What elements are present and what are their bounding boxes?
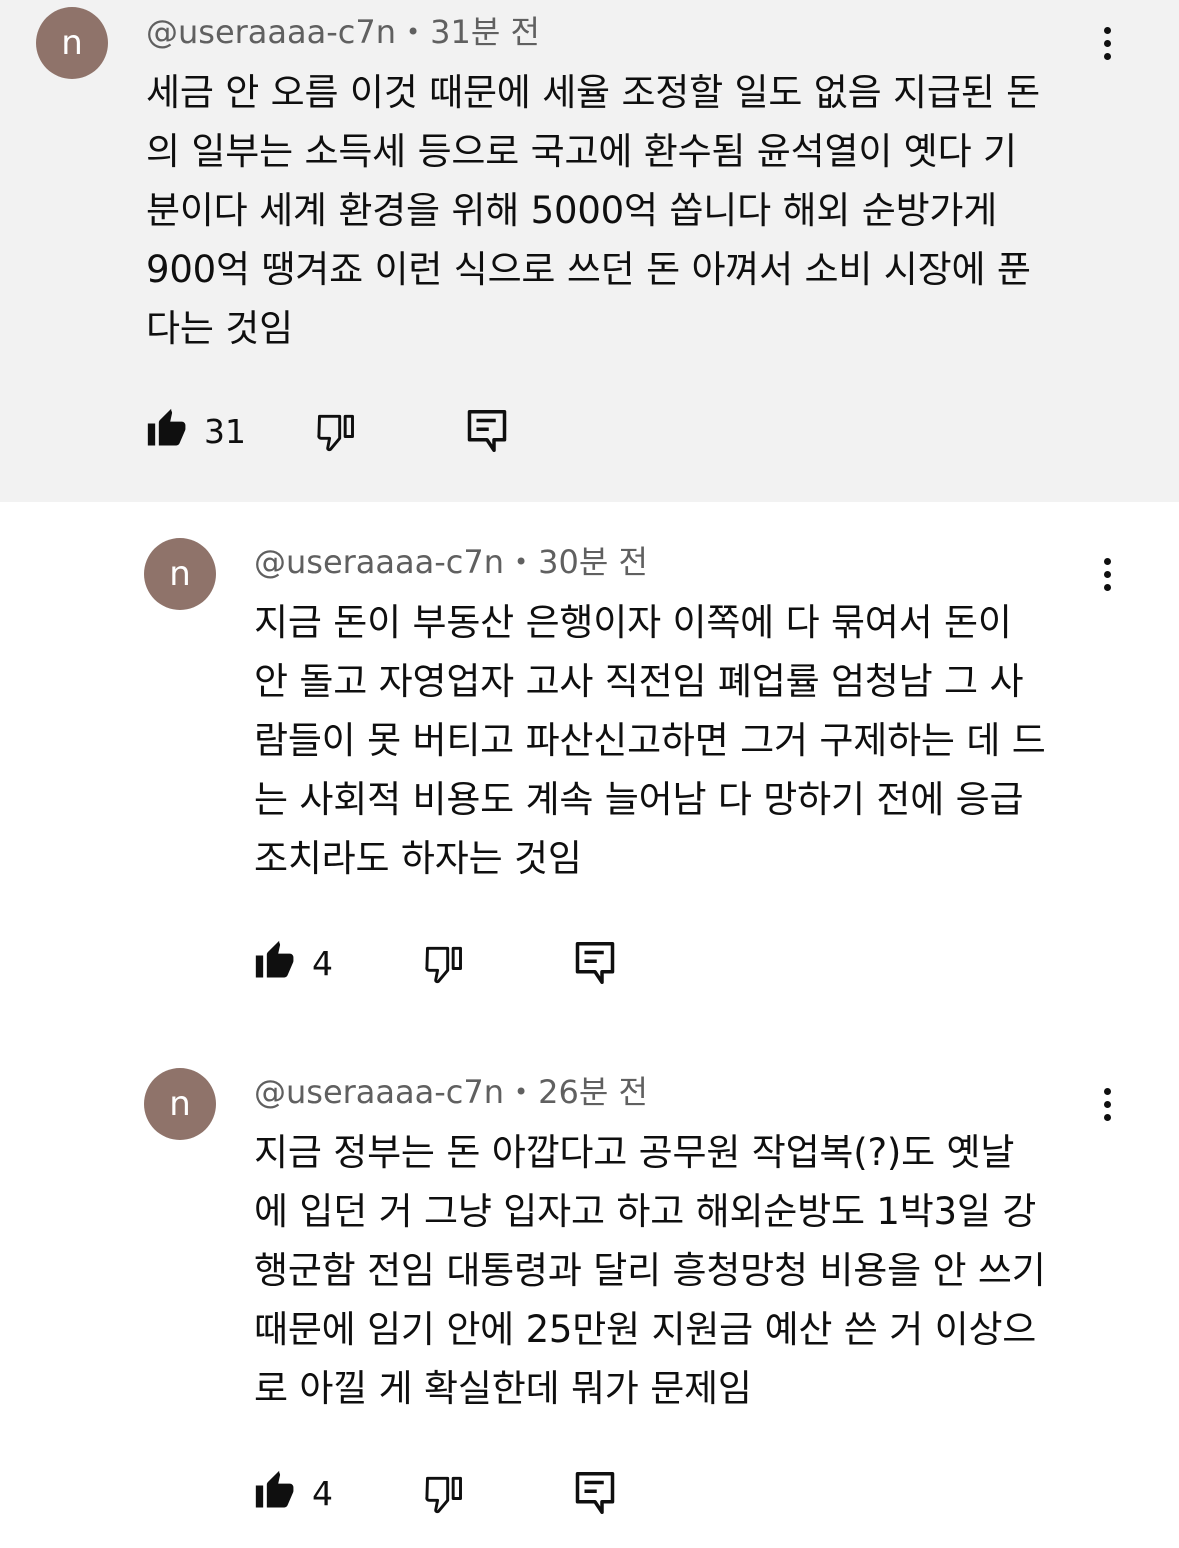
comment-line: 900억 땡겨죠 이런 식으로 쓰던 돈 아껴서 소비 시장에 푼 bbox=[146, 248, 1031, 291]
comment-line: 분이다 세계 환경을 위해 5000억 쏩니다 해외 순방가게 bbox=[146, 189, 998, 232]
separator-dot: • bbox=[514, 548, 529, 576]
comment-line: 람들이 못 버티고 파산신고하면 그거 구제하는 데 드 bbox=[254, 719, 1046, 762]
comment-header: @useraaaa-c7n • 26분 전 bbox=[254, 1072, 648, 1112]
like-count: 4 bbox=[312, 944, 333, 983]
comment-line: 에 입던 거 그냥 입자고 하고 해외순방도 1박3일 강 bbox=[254, 1190, 1037, 1233]
comment-text: 지금 돈이 부동산 은행이자 이쪽에 다 묶여서 돈이 안 돌고 자영업자 고사… bbox=[254, 593, 1179, 888]
comment-text: 세금 안 오름 이것 때문에 세율 조정할 일도 없음 지급된 돈 의 일부는 … bbox=[146, 63, 1096, 358]
comment-actions: 31 bbox=[146, 406, 546, 456]
comment-line: 때문에 임기 안에 25만원 지원금 예산 쓴 거 이상으 bbox=[254, 1308, 1037, 1351]
comment-line: 안 돌고 자영업자 고사 직전임 폐업률 엄청남 그 사 bbox=[254, 660, 1024, 703]
thumbs-down-icon[interactable] bbox=[314, 408, 358, 454]
comment-line: 의 일부는 소득세 등으로 국고에 환수됨 윤석열이 옛다 기 bbox=[146, 130, 1017, 173]
comment-line: 는 사회적 비용도 계속 늘어남 다 망하기 전에 응급 bbox=[254, 778, 1024, 821]
like-count: 31 bbox=[204, 412, 246, 451]
comment-header: @useraaaa-c7n • 31분 전 bbox=[146, 12, 540, 52]
avatar[interactable]: n bbox=[144, 538, 216, 610]
timestamp: 30분 전 bbox=[538, 543, 648, 581]
comment-line: 로 아낄 게 확실한데 뭐가 문제임 bbox=[254, 1367, 752, 1410]
reply-icon[interactable] bbox=[574, 1470, 616, 1516]
timestamp: 26분 전 bbox=[538, 1073, 648, 1111]
author-handle[interactable]: @useraaaa-c7n bbox=[254, 1073, 504, 1111]
separator-dot: • bbox=[406, 18, 421, 46]
comment-actions: 4 bbox=[254, 1468, 654, 1518]
thumbs-down-icon[interactable] bbox=[422, 940, 466, 986]
comment-actions: 4 bbox=[254, 938, 654, 988]
comment-line: 지금 정부는 돈 아깝다고 공무원 작업복(?)도 옛날 bbox=[254, 1131, 1015, 1174]
comment-line: 행군함 전임 대통령과 달리 흥청망청 비용을 안 쓰기 bbox=[254, 1249, 1046, 1292]
comment-reply-item: n @useraaaa-c7n • 30분 전 지금 돈이 부동산 은행이자 이쪽에… bbox=[0, 502, 1179, 1032]
reply-icon[interactable] bbox=[466, 408, 508, 454]
thumbs-up-icon[interactable] bbox=[254, 1468, 298, 1514]
like-count: 4 bbox=[312, 1474, 333, 1513]
avatar[interactable]: n bbox=[36, 7, 108, 79]
comment-thread-item: n @useraaaa-c7n • 31분 전 세금 안 오름 이것 때문에 세율 … bbox=[0, 0, 1179, 502]
separator-dot: • bbox=[514, 1078, 529, 1106]
comment-line: 조치라도 하자는 것임 bbox=[254, 837, 582, 880]
comment-text: 지금 정부는 돈 아깝다고 공무원 작업복(?)도 옛날 에 입던 거 그냥 입… bbox=[254, 1123, 1179, 1418]
avatar[interactable]: n bbox=[144, 1068, 216, 1140]
thumbs-up-icon[interactable] bbox=[146, 406, 190, 452]
thumbs-down-icon[interactable] bbox=[422, 1470, 466, 1516]
thumbs-up-icon[interactable] bbox=[254, 938, 298, 984]
timestamp: 31분 전 bbox=[430, 13, 540, 51]
comment-line: 세금 안 오름 이것 때문에 세율 조정할 일도 없음 지급된 돈 bbox=[146, 71, 1040, 114]
author-handle[interactable]: @useraaaa-c7n bbox=[254, 543, 504, 581]
comment-line: 지금 돈이 부동산 은행이자 이쪽에 다 묶여서 돈이 bbox=[254, 601, 1012, 644]
author-handle[interactable]: @useraaaa-c7n bbox=[146, 13, 396, 51]
comment-reply-item: n @useraaaa-c7n • 26분 전 지금 정부는 돈 아깝다고 공무원 … bbox=[0, 1032, 1179, 1548]
comment-header: @useraaaa-c7n • 30분 전 bbox=[254, 542, 648, 582]
reply-icon[interactable] bbox=[574, 940, 616, 986]
comment-line: 다는 것임 bbox=[146, 307, 293, 350]
